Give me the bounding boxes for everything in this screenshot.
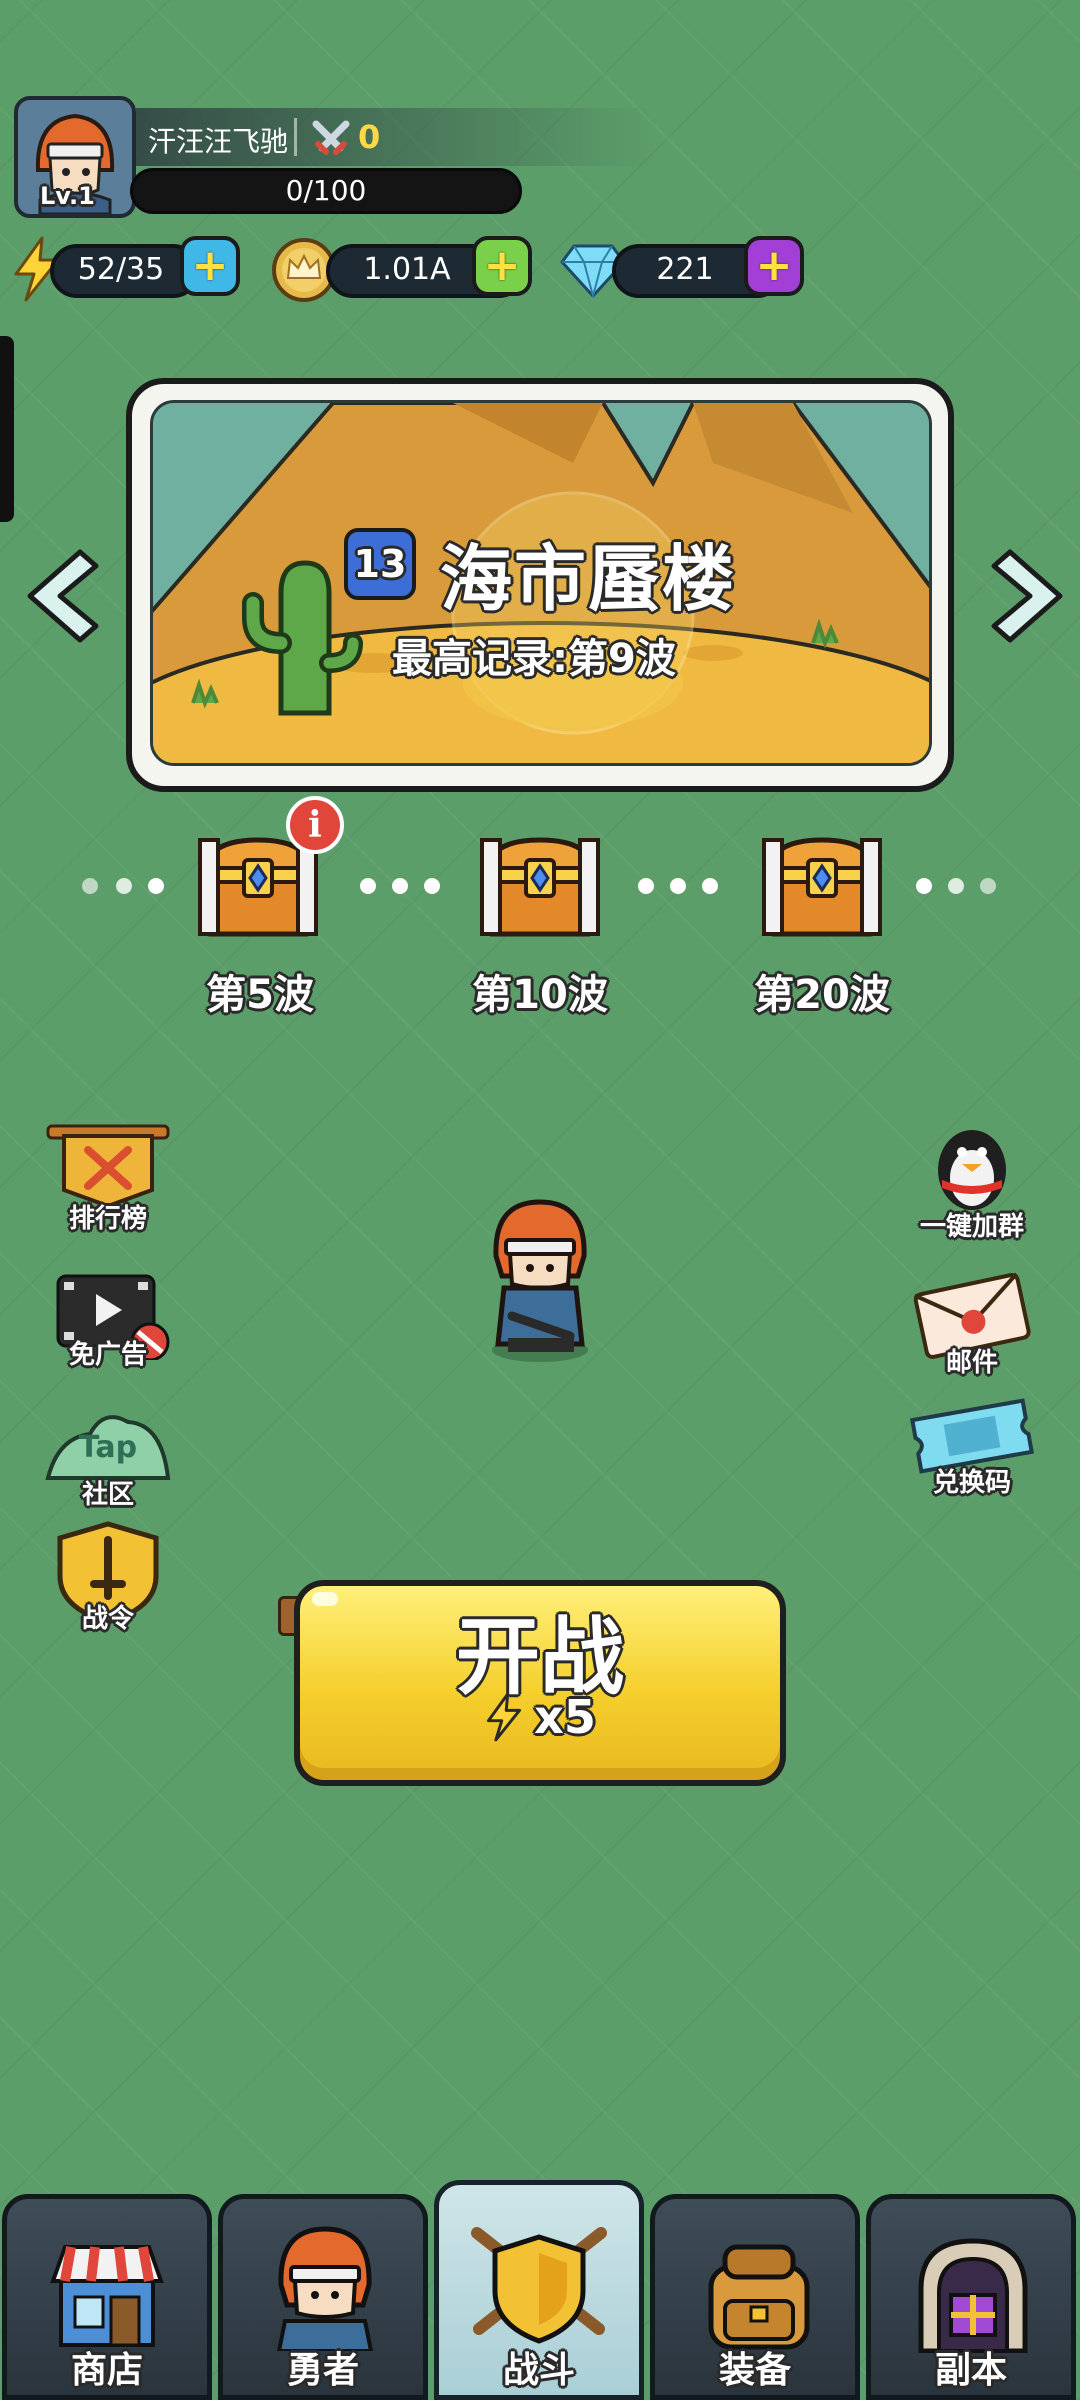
progress-dot (424, 878, 440, 894)
progress-dot (980, 878, 996, 894)
treasure-chest-icon[interactable] (478, 832, 602, 940)
tab-battle-label: 战斗 (502, 2350, 575, 2391)
penguin-icon (938, 1130, 1006, 1210)
tab-dungeon[interactable]: 副本 (866, 2194, 1076, 2400)
leaderboard-label: 排行榜 (68, 1204, 147, 1234)
no-ads-button[interactable]: 免广告 (38, 1270, 178, 1382)
gold-value: 1.01A (363, 252, 451, 287)
tab-dungeon-label: 副本 (934, 2350, 1007, 2391)
progress-dot (82, 878, 98, 894)
progress-dot (916, 878, 932, 894)
energy-value: 52/35 (77, 252, 165, 287)
progress-dot (670, 878, 686, 894)
tab-shop-label: 商店 (70, 2350, 143, 2391)
battle-cost-value: x5 (534, 1690, 596, 1744)
next-stage-button[interactable] (990, 546, 1070, 646)
crossed-swords-icon (312, 120, 350, 155)
mail-button[interactable]: 邮件 (902, 1270, 1042, 1382)
no-ads-label: 免广告 (68, 1340, 147, 1370)
leaderboard-button[interactable]: 排行榜 (38, 1120, 178, 1234)
reward-wave-label: 第10波 (472, 972, 608, 1018)
leaderboard-banner-icon (46, 1124, 170, 1209)
tab-equipment-label: 装备 (718, 2350, 791, 2391)
best-record: 最高记录:第9波 (392, 636, 676, 682)
treasure-chest-icon[interactable] (760, 832, 884, 940)
tab-battle[interactable]: 战斗 (434, 2180, 644, 2400)
shop-icon (50, 2245, 164, 2347)
battle-shield-icon (471, 2227, 607, 2344)
battle-pass-label: 战令 (81, 1604, 134, 1634)
tab-equipment[interactable]: 装备 (650, 2194, 860, 2400)
dungeon-gate-icon (918, 2238, 1028, 2353)
combat-power: 0 (358, 118, 381, 156)
stage-name: 海市蜃楼 (440, 537, 737, 621)
tab-hero-label: 勇者 (286, 2350, 359, 2391)
xp-text: 0/100 (285, 174, 367, 207)
join-group-label: 一键加群 (919, 1212, 1024, 1242)
mail-label: 邮件 (945, 1348, 998, 1378)
lightning-icon (487, 1692, 522, 1742)
redeem-code-button[interactable]: 兑换码 (902, 1396, 1042, 1508)
add-energy-button[interactable]: + (180, 236, 240, 296)
community-label: 社区 (81, 1480, 134, 1510)
alert-badge-icon: i (286, 796, 344, 854)
tab-shop[interactable]: 商店 (2, 2194, 212, 2400)
hero-icon (276, 2226, 374, 2351)
community-button[interactable]: Tap 社区 (38, 1404, 178, 1516)
battle-cost: x5 (294, 1690, 786, 1744)
tab-hero[interactable]: 勇者 (218, 2194, 428, 2400)
side-drawer-handle[interactable] (0, 336, 14, 522)
name-divider (294, 118, 297, 156)
hero-character-icon[interactable] (482, 1196, 598, 1364)
prev-stage-button[interactable] (20, 546, 100, 646)
add-gold-button[interactable]: + (472, 236, 532, 296)
progress-dot (148, 878, 164, 894)
gem-value: 221 (656, 252, 714, 287)
stage-number: 13 (353, 542, 407, 586)
progress-dot (948, 878, 964, 894)
progress-dot (360, 878, 376, 894)
redeem-code-label: 兑换码 (932, 1468, 1011, 1498)
tap-logo-text: Tap (78, 1430, 138, 1465)
reward-wave-label: 第5波 (206, 972, 314, 1018)
progress-dot (638, 878, 654, 894)
player-name: 汗汪汪飞驰 (148, 125, 289, 158)
progress-dot (116, 878, 132, 894)
backpack-icon (708, 2244, 810, 2350)
level-badge: Lv.1 (40, 182, 95, 210)
join-group-button[interactable]: 一键加群 (902, 1120, 1042, 1242)
add-gems-button[interactable]: + (744, 236, 804, 296)
battle-pass-button[interactable]: 战令 (38, 1520, 178, 1640)
progress-dot (702, 878, 718, 894)
stage-number-badge: 13 (344, 528, 416, 600)
progress-dot (392, 878, 408, 894)
reward-wave-label: 第20波 (754, 972, 890, 1018)
